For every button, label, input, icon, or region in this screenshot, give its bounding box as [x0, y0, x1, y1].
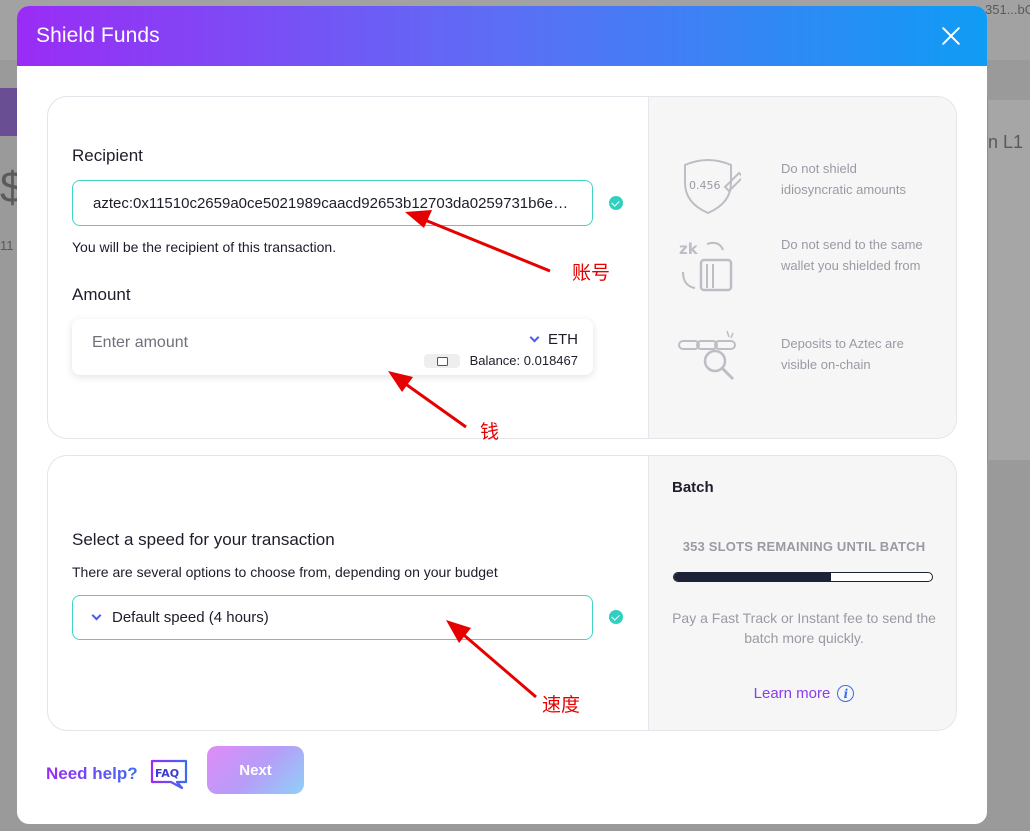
privacy-tips-panel: 0.456 Do not shield idiosyncratic amount…	[648, 97, 956, 438]
annotation-speed: 速度	[542, 694, 581, 716]
faq-icon[interactable]: FAQ	[149, 758, 189, 790]
svg-text:zk: zk	[679, 240, 699, 258]
background-network-label: n L1	[988, 132, 1024, 152]
faq-label: FAQ	[155, 767, 179, 780]
need-help-link[interactable]: Need help? FAQ	[46, 758, 189, 790]
speed-valid-check-icon	[609, 610, 623, 624]
background-purple-tab	[0, 88, 18, 136]
asset-select[interactable]: ETH	[529, 331, 578, 348]
balance-text: Balance: 0.018467	[469, 353, 578, 368]
learn-more-link[interactable]: Learn more i	[649, 685, 956, 702]
speed-select[interactable]: Default speed (4 hours)	[72, 595, 593, 640]
chevron-down-icon	[91, 610, 102, 621]
batch-description: Pay a Fast Track or Instant fee to send …	[672, 610, 936, 646]
tip-item: Deposits to Aztec are visible on-chain	[649, 329, 956, 399]
recipient-input[interactable]: aztec:0x11510c2659a0ce5021989caacd92653b…	[72, 180, 593, 226]
speed-selected-value: Default speed (4 hours)	[112, 609, 269, 626]
chevron-down-icon	[529, 332, 540, 343]
zk-wallet-icon: zk	[679, 240, 733, 292]
need-help-label: Need help?	[46, 764, 138, 783]
shield-funds-modal: Shield Funds Recipient aztec:0x11510c265…	[17, 6, 987, 824]
recipient-helper-text: You will be the recipient of this transa…	[72, 239, 337, 255]
speed-subtitle: There are several options to choose from…	[72, 564, 498, 580]
chain-magnifier-icon	[678, 330, 736, 381]
recipient-amount-form: Recipient aztec:0x11510c2659a0ce5021989c…	[48, 97, 648, 438]
batch-panel: Batch 353 SLOTS REMAINING UNTIL BATCH Pa…	[648, 456, 956, 730]
tip-item: 0.456 Do not shield idiosyncratic amount…	[649, 153, 956, 223]
recipient-label: Recipient	[72, 146, 143, 165]
info-icon: i	[837, 685, 855, 702]
background-address: 351...bO	[985, 2, 1030, 17]
wallet-icon[interactable]	[423, 353, 460, 368]
background-number: 11	[0, 238, 14, 253]
shield-number-icon: 0.456	[684, 159, 741, 215]
speed-batch-card: Select a speed for your transaction Ther…	[47, 455, 957, 731]
next-button[interactable]: Next	[207, 746, 304, 794]
batch-title: Batch	[672, 479, 714, 496]
tip-text: Deposits to Aztec are visible on-chain	[781, 336, 904, 372]
speed-title: Select a speed for your transaction	[72, 530, 335, 549]
tip-text: Do not shield idiosyncratic amounts	[781, 161, 906, 197]
annotation-money: 钱	[480, 421, 500, 443]
modal-header: Shield Funds	[17, 6, 987, 66]
tip-text: Do not send to the same wallet you shiel…	[781, 237, 923, 273]
svg-text:0.456: 0.456	[689, 179, 721, 192]
recipient-amount-card: Recipient aztec:0x11510c2659a0ce5021989c…	[47, 96, 957, 439]
background-card	[987, 100, 1030, 460]
annotation-account: 账号	[572, 262, 611, 284]
learn-more-label: Learn more	[753, 685, 831, 702]
speed-form: Select a speed for your transaction Ther…	[48, 456, 648, 730]
tip-item: zk Do not send to the same wallet you sh…	[649, 234, 956, 304]
amount-input[interactable]	[72, 319, 402, 375]
batch-progress-bar	[673, 572, 933, 582]
asset-label: ETH	[548, 331, 578, 348]
slots-remaining: 353 SLOTS REMAINING UNTIL BATCH	[682, 539, 926, 554]
amount-field: ETH Balance: 0.018467	[72, 319, 593, 375]
amount-label: Amount	[72, 285, 131, 304]
close-icon[interactable]	[935, 20, 967, 52]
balance-display: Balance: 0.018467	[423, 353, 578, 368]
batch-progress-fill	[674, 573, 832, 581]
recipient-valid-check-icon	[609, 196, 623, 210]
modal-title: Shield Funds	[36, 24, 160, 47]
